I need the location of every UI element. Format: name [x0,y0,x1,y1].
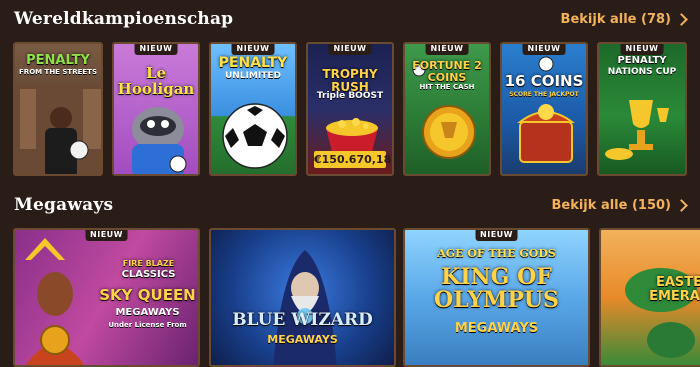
game-title: FORTUNE 2 COINS [412,59,482,84]
new-badge: NIEUW [522,44,566,55]
game-subtitle: SCORE THE JACKPOT [509,91,579,98]
game-title: EASTER EMERALD [649,275,700,304]
game-subtitle: Triple BOOST [316,91,384,101]
see-all-link[interactable]: Bekijk alle (150) [551,198,690,213]
game-subtitle: MEGAWAYS [267,333,338,346]
section-header-megaways: Megaways Bekijk alle (150) [14,195,690,215]
see-all-link[interactable]: Bekijk alle (78) [561,12,690,27]
license-text: Under License From [108,321,187,329]
game-title: SKY QUEEN [99,286,196,304]
game-tile-penalty-streets[interactable]: PENALTY FROM THE STREETS [13,42,103,176]
game-subtitle: UNLIMITED [225,71,281,81]
game-top-label: FIRE BLAZE [122,259,175,268]
game-tile-king-of-olympus[interactable]: NIEUW AGE OF THE GODS KING OF OLYMPUS ME… [403,228,590,367]
game-title: Le Hooligan [117,64,195,98]
game-tile-penalty-nations-cup[interactable]: NIEUW PENALTY NATIONS CUP [597,42,687,176]
see-all-label: Bekijk alle (150) [551,197,671,213]
chevron-right-icon [675,198,688,212]
game-subtitle: HIT THE CASH [419,83,475,91]
game-art [517,56,575,163]
new-badge: NIEUW [134,44,178,55]
new-badge: NIEUW [425,44,469,55]
new-badge: NIEUW [231,44,275,55]
game-title: PENALTY [218,55,288,71]
game-tile-16-coins[interactable]: NIEUW 16 COINS SCORE THE JACKPOT [500,42,588,176]
game-title: BLUE WIZARD [232,310,373,330]
section-title: Wereldkampioenschap [14,9,234,29]
game-row-megaways: NIEUW FIRE BLAZE CLASSICS SKY QUEEN MEGA… [0,228,700,367]
new-badge: NIEUW [620,44,664,55]
new-badge: NIEUW [85,230,128,241]
section-title: Megaways [14,195,114,215]
game-top-label: AGE OF THE GODS [437,247,556,260]
new-badge: NIEUW [328,44,372,55]
game-tile-trophy-rush[interactable]: NIEUW TROPHY RUSH Triple BOOST €150.670,… [306,42,394,176]
game-subtitle: FROM THE STREETS [19,68,97,76]
game-row-wereldkampioenschap: PENALTY FROM THE STREETS NIEUW Le Hoolig… [0,42,700,176]
game-tile-penalty-unlimited[interactable]: NIEUW PENALTY UNLIMITED [209,42,297,176]
game-title: TROPHY RUSH [322,67,378,94]
game-art [273,250,337,365]
game-subtitle: NATIONS CUP [607,67,677,77]
game-title: 16 COINS [504,72,584,90]
game-title: PENALTY [617,55,667,66]
game-subtitle: MEGAWAYS [454,321,539,336]
see-all-label: Bekijk alle (78) [560,11,671,27]
game-subtitle: MEGAWAYS [115,307,180,318]
jackpot-amount: €150.670,18 [314,151,392,168]
game-top-label-2: CLASSICS [121,269,176,280]
section-header-wereldkampioenschap: Wereldkampioenschap Bekijk alle (78) [14,9,690,29]
game-tile-easter-emerald[interactable]: EASTER EMERALD [599,228,700,367]
game-title: KING OF OLYMPUS [434,264,559,314]
new-badge: NIEUW [475,230,518,241]
game-tile-fortune-coins-2[interactable]: NIEUW FORTUNE 2 COINS HIT THE CASH [403,42,491,176]
game-tile-le-hooligan[interactable]: NIEUW Le Hooligan [112,42,200,176]
game-title: PENALTY [26,53,90,68]
chevron-right-icon [675,12,688,26]
game-tile-sky-queen[interactable]: NIEUW FIRE BLAZE CLASSICS SKY QUEEN MEGA… [13,228,200,367]
game-tile-blue-wizard[interactable]: BLUE WIZARD MEGAWAYS [209,228,396,367]
